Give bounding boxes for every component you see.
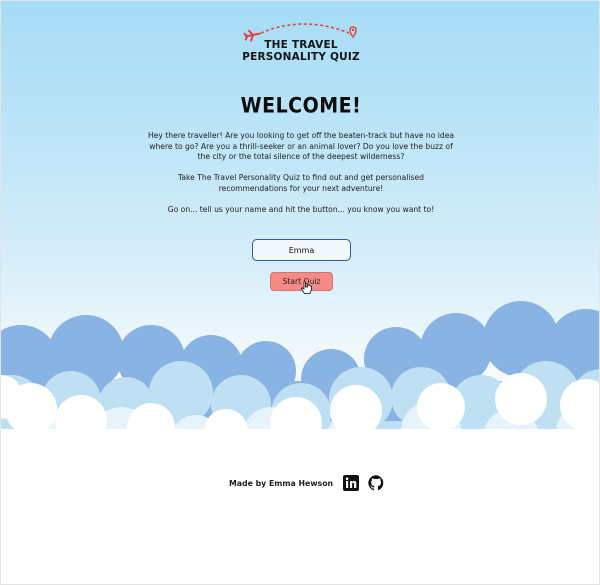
intro-paragraph-3: Go on... tell us your name and hit the b… <box>167 204 435 214</box>
linkedin-icon[interactable] <box>343 475 360 491</box>
intro-text: Hey there traveller! Are you looking to … <box>146 131 456 226</box>
github-icon[interactable] <box>368 475 384 491</box>
made-by-text: Made by Emma Hewson <box>229 478 334 488</box>
footer: Made by Emma Hewson <box>229 473 393 493</box>
hand-cursor-icon <box>301 281 312 294</box>
logo-text-line1: THE TRAVEL <box>264 39 338 51</box>
intro-paragraph-2: Take The Travel Personality Quiz to find… <box>178 173 424 193</box>
site-logo[interactable]: THE TRAVEL PERSONALITY QUIZ <box>239 23 363 67</box>
page: THE TRAVEL PERSONALITY QUIZ WELCOME! Hey… <box>0 0 600 585</box>
logo-text-line2: PERSONALITY QUIZ <box>242 51 360 63</box>
page-title: WELCOME! <box>240 93 362 119</box>
location-pin-icon <box>349 26 357 39</box>
name-input[interactable] <box>252 239 351 261</box>
intro-paragraph-1: Hey there traveller! Are you looking to … <box>147 131 455 161</box>
clouds-illustration <box>1 301 599 584</box>
